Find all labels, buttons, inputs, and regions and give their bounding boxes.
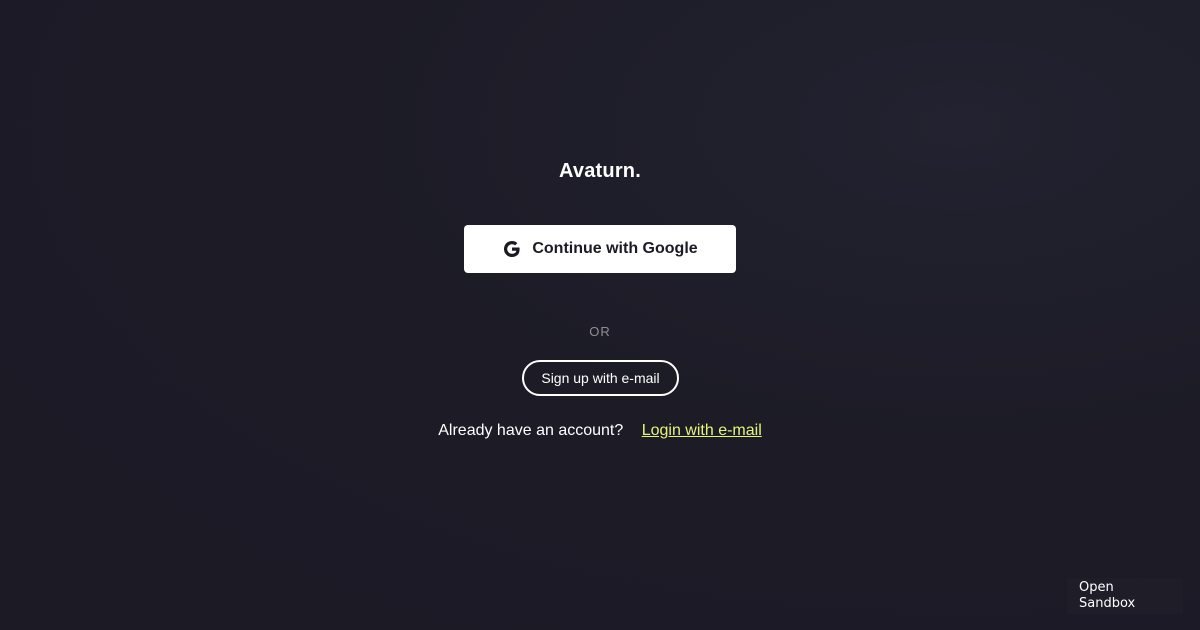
signup-with-email-button[interactable]: Sign up with e-mail xyxy=(522,360,679,396)
or-divider: OR xyxy=(589,324,611,339)
sandbox-label-line2: Sandbox xyxy=(1079,596,1136,611)
continue-with-google-button[interactable]: Continue with Google xyxy=(464,225,736,273)
login-row: Already have an account? Login with e-ma… xyxy=(0,422,1200,440)
open-sandbox-button[interactable]: Open Sandbox xyxy=(1067,578,1183,614)
login-prompt: Already have an account? xyxy=(438,422,624,439)
login-with-email-link[interactable]: Login with e-mail xyxy=(642,422,762,439)
login-screen: Avaturn. Continue with Google OR Sign up… xyxy=(0,0,1200,630)
brand-logo: Avaturn. xyxy=(559,160,641,182)
google-icon xyxy=(502,239,522,259)
google-button-label: Continue with Google xyxy=(532,240,698,257)
sandbox-label-line1: Open xyxy=(1079,580,1114,595)
